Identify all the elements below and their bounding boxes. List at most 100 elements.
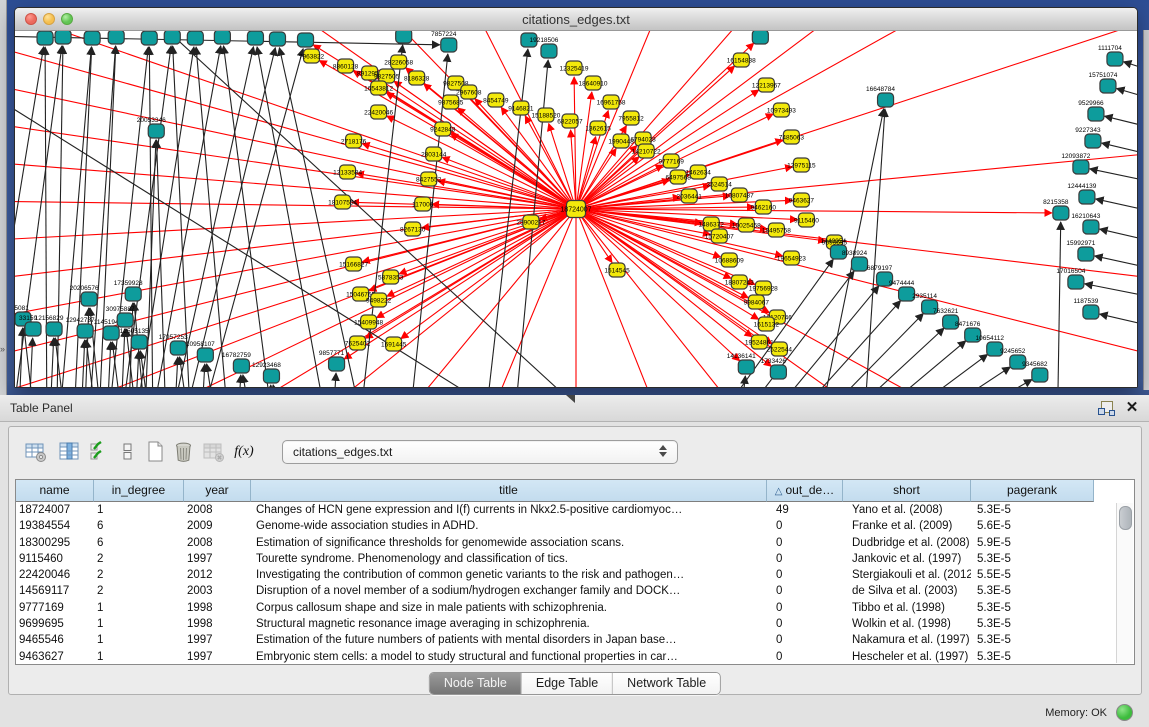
- svg-text:9777169: 9777169: [659, 159, 685, 166]
- graph-node[interactable]: 16648784: [866, 86, 895, 107]
- table-row[interactable]: 1830029562008Estimation of significance …: [16, 535, 1118, 551]
- table-settings-button[interactable]: [23, 439, 49, 465]
- float-panel-icon[interactable]: [1098, 400, 1114, 416]
- tab-node-table[interactable]: Node Table: [430, 673, 522, 694]
- graph-node[interactable]: 17359928: [114, 280, 143, 301]
- graph-node[interactable]: 8454749: [483, 93, 509, 107]
- graph-node[interactable]: 1733426: [761, 358, 787, 379]
- table-cell-short: Tibbo et al. (1998): [843, 600, 971, 616]
- graph-node[interactable]: 8938924: [842, 250, 868, 271]
- graph-node[interactable]: 7485063: [779, 130, 805, 144]
- graph-node[interactable]: 17016504: [1056, 268, 1085, 289]
- column-header-out_de[interactable]: △out_de…: [767, 480, 843, 502]
- graph-node[interactable]: 19654923: [777, 251, 806, 265]
- column-header-year[interactable]: year: [184, 480, 251, 502]
- graph-node[interactable]: 12975115: [787, 158, 816, 172]
- window-titlebar[interactable]: citations_edges.txt: [15, 8, 1137, 31]
- graph-node[interactable]: 117006: [412, 197, 434, 211]
- graph-node[interactable]: 12444139: [1067, 183, 1096, 204]
- graph-node[interactable]: 8186328: [404, 71, 430, 85]
- graph-node[interactable]: 15166827: [339, 257, 368, 271]
- close-panel-icon[interactable]: ✕: [1124, 399, 1140, 417]
- graph-node[interactable]: 16033809: [384, 31, 413, 43]
- graph-node[interactable]: 7955812: [618, 111, 644, 125]
- graph-node[interactable]: 9146821: [508, 101, 534, 115]
- graph-node[interactable]: 20053346: [137, 117, 166, 138]
- graph-node[interactable]: 12093872: [1061, 153, 1090, 174]
- graph-node[interactable]: 10688609: [715, 253, 744, 267]
- graph-node[interactable]: 6466162: [205, 31, 231, 44]
- table-row[interactable]: 911546021997Tourette syndrome. Phenomeno…: [16, 551, 1118, 567]
- unselect-all-columns-button[interactable]: [115, 439, 141, 465]
- table-vertical-scrollbar[interactable]: [1116, 503, 1133, 663]
- graph-node[interactable]: 2887682: [743, 31, 769, 44]
- show-columns-button[interactable]: [57, 439, 83, 465]
- graph-node[interactable]: 9227343: [1075, 127, 1101, 148]
- graph-node[interactable]: 28226058: [384, 55, 413, 69]
- function-builder-button[interactable]: f(x): [231, 439, 257, 465]
- new-table-button[interactable]: [143, 439, 169, 465]
- graph-node[interactable]: 18107554: [328, 195, 357, 209]
- column-header-title[interactable]: title: [251, 480, 767, 502]
- graph-node[interactable]: 5878353: [378, 270, 404, 284]
- graph-node[interactable]: 7515522: [288, 31, 314, 47]
- graph-node[interactable]: 15751074: [1088, 72, 1117, 93]
- graph-node[interactable]: 10719155: [236, 31, 265, 45]
- svg-text:12156829: 12156829: [35, 315, 64, 322]
- graph-node[interactable]: 1187539: [1073, 298, 1098, 319]
- table-row[interactable]: 946554611997Estimation of the future num…: [16, 632, 1118, 648]
- column-header-in_degree[interactable]: in_degree: [94, 480, 184, 502]
- graph-node[interactable]: 1111704: [1098, 45, 1123, 66]
- graph-node[interactable]: 12213967: [752, 78, 781, 92]
- graph-node[interactable]: 14055724: [26, 31, 55, 45]
- panel-resize-grip[interactable]: [566, 395, 575, 403]
- graph-node[interactable]: 9463627: [789, 193, 815, 207]
- graph-node[interactable]: 18495758: [762, 223, 791, 237]
- table-cell-name: 14569117: [16, 583, 94, 599]
- graph-node[interactable]: 12923468: [252, 362, 281, 383]
- table-row[interactable]: 1938455462009Genome-wide association stu…: [16, 518, 1118, 534]
- table-row[interactable]: 946362711997Embryonic stem cells: a mode…: [16, 649, 1118, 664]
- graph-node[interactable]: 18640910: [579, 76, 608, 90]
- delete-trash-button[interactable]: [171, 439, 197, 465]
- graph-node[interactable]: 9474444: [889, 280, 915, 301]
- graph-node[interactable]: 6822057: [557, 114, 583, 128]
- panel-collapse-handle[interactable]: »: [0, 344, 5, 354]
- network-canvas[interactable]: 7963822886012889129542822605898275058186…: [15, 30, 1137, 387]
- graph-node[interactable]: 8661021: [132, 31, 158, 45]
- graph-node[interactable]: 7625402: [345, 336, 371, 350]
- column-header-short[interactable]: short: [843, 480, 971, 502]
- graph-node[interactable]: 9634505: [99, 31, 125, 44]
- graph-node[interactable]: 15992971: [1066, 240, 1095, 261]
- graph-node[interactable]: 2718176: [341, 134, 367, 148]
- graph-node[interactable]: 16782759: [222, 352, 251, 373]
- graph-node[interactable]: 12325419: [560, 61, 589, 75]
- graph-node[interactable]: 16210643: [1071, 213, 1100, 234]
- graph-node[interactable]: 12942737: [66, 317, 95, 338]
- graph-node[interactable]: 15409948: [354, 315, 383, 329]
- table-selector-dropdown[interactable]: citations_edges.txt: [282, 440, 678, 464]
- column-header-name[interactable]: name: [16, 480, 94, 502]
- graph-node[interactable]: 7857224: [431, 31, 457, 52]
- graph-node[interactable]: 14136141: [727, 353, 756, 374]
- graph-node[interactable]: 10807487: [725, 188, 754, 202]
- table-row[interactable]: 977716911998Corpus callosum shape and si…: [16, 600, 1118, 616]
- graph-node[interactable]: 2803144: [421, 147, 447, 161]
- graph-node[interactable]: 16961758: [597, 95, 626, 109]
- tab-edge-table[interactable]: Edge Table: [522, 673, 613, 694]
- graph-node[interactable]: 1514545: [604, 263, 630, 277]
- scrollbar-thumb[interactable]: [1119, 506, 1132, 530]
- table-row[interactable]: 2242004622012Investigating the contribut…: [16, 567, 1118, 583]
- graph-node[interactable]: 9345682: [1022, 361, 1048, 382]
- graph-node[interactable]: 9115460: [794, 213, 819, 227]
- table-row[interactable]: 1872400712008Changes of HCN gene express…: [16, 502, 1118, 518]
- graph-node[interactable]: 9529966: [1078, 100, 1104, 121]
- select-all-columns-button[interactable]: [87, 439, 113, 465]
- graph-node[interactable]: 9857771: [319, 350, 345, 371]
- graph-node[interactable]: 8215358: [1043, 199, 1069, 220]
- table-row[interactable]: 1456911722003Disruption of a novel membe…: [16, 583, 1118, 599]
- column-header-pagerank[interactable]: pagerank: [971, 480, 1094, 502]
- graph-node[interactable]: 8267130: [400, 222, 426, 236]
- tab-network-table[interactable]: Network Table: [613, 673, 720, 694]
- table-row[interactable]: 969969511998Structural magnetic resonanc…: [16, 616, 1118, 632]
